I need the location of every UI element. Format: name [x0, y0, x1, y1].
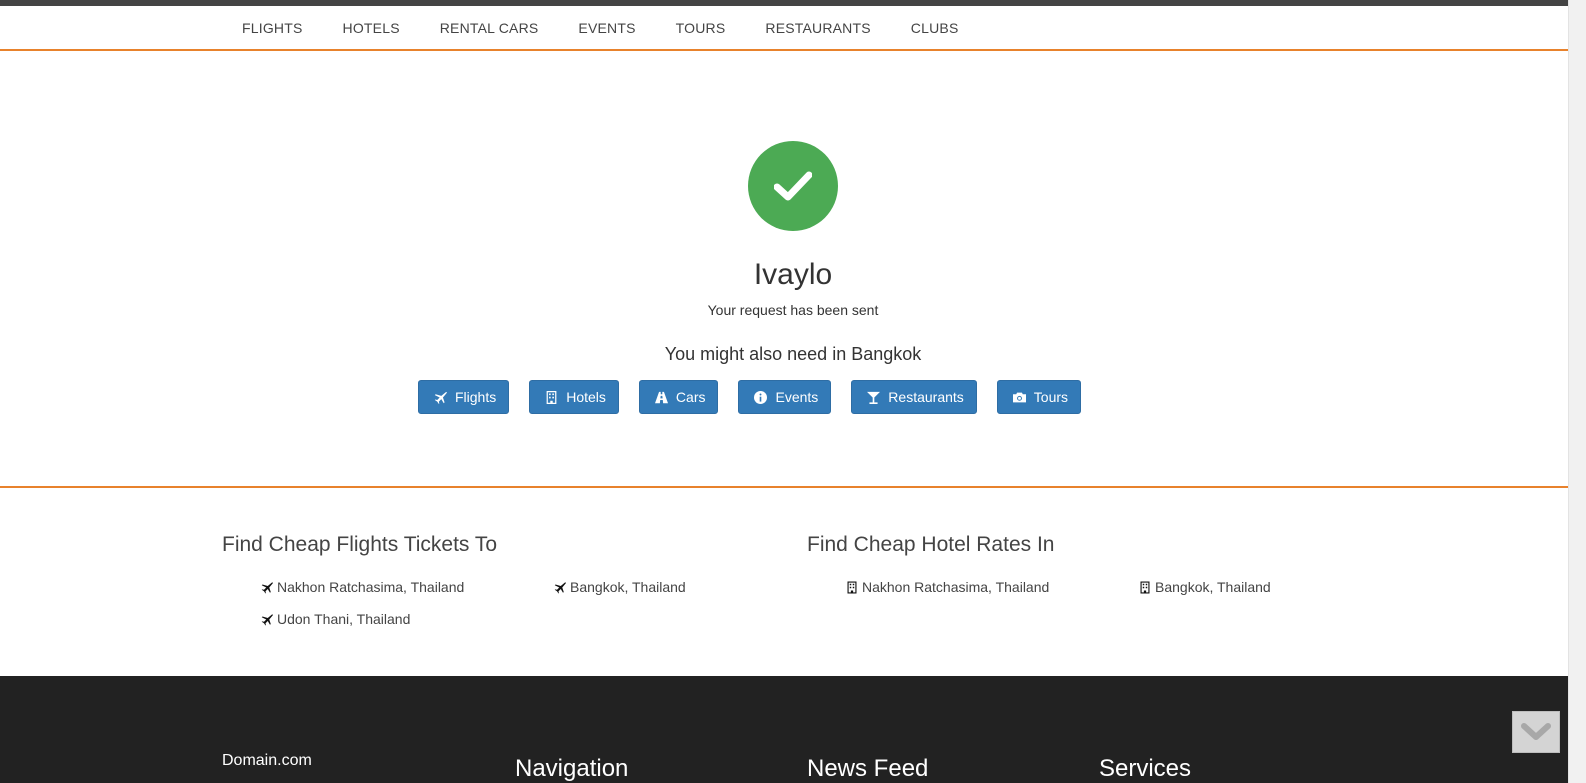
cars-button-label: Cars: [675, 389, 706, 405]
flight-link-label: Bangkok, Thailand: [570, 579, 686, 595]
footer-navigation-heading: Navigation: [515, 755, 629, 782]
flights-button[interactable]: Flights: [418, 380, 510, 414]
nav-item-flights[interactable]: FLIGHTS: [222, 6, 323, 49]
chevron-down-icon: [1521, 723, 1551, 740]
plane-icon: [554, 581, 566, 593]
nav-item-restaurants[interactable]: RESTAURANTS: [745, 6, 890, 49]
road-icon: [654, 391, 668, 403]
restaurants-button-label: Restaurants: [888, 389, 964, 405]
footer-domain[interactable]: Domain.com: [222, 752, 312, 770]
flight-link-label: Udon Thani, Thailand: [277, 611, 411, 627]
hotel-link-bangkok[interactable]: Bangkok, Thailand: [1139, 579, 1271, 595]
building-icon: [847, 581, 857, 593]
events-button[interactable]: Events: [738, 380, 832, 414]
flight-link-udon-thani[interactable]: Udon Thani, Thailand: [261, 611, 410, 627]
camera-icon: [1012, 392, 1026, 402]
nav-item-clubs[interactable]: CLUBS: [891, 6, 979, 49]
footer-news-feed-heading: News Feed: [807, 755, 929, 782]
hotel-link-nakhon-ratchasima[interactable]: Nakhon Ratchasima, Thailand: [846, 579, 1049, 595]
request-sent-message: Your request has been sent: [707, 302, 879, 318]
info-icon: [754, 390, 768, 404]
flight-link-nakhon-ratchasima[interactable]: Nakhon Ratchasima, Thailand: [261, 579, 464, 595]
footer-services-heading: Services: [1099, 755, 1192, 782]
cheap-links-section: Find Cheap Flights Tickets To Nakhon Rat…: [0, 488, 1568, 676]
check-icon: [774, 171, 812, 201]
hotels-links-title: Find Cheap Hotel Rates In: [807, 533, 1055, 556]
also-need-heading: You might also need in Bangkok: [664, 344, 922, 364]
flight-link-bangkok[interactable]: Bangkok, Thailand: [554, 579, 686, 595]
scroll-toggle-button[interactable]: [1512, 711, 1560, 753]
nav-item-tours[interactable]: TOURS: [656, 6, 746, 49]
hotel-link-label: Nakhon Ratchasima, Thailand: [862, 579, 1050, 595]
flight-link-label: Nakhon Ratchasima, Thailand: [277, 579, 465, 595]
plane-icon: [261, 613, 273, 625]
main-navbar: FLIGHTS HOTELS RENTAL CARS EVENTS TOURS …: [0, 6, 1568, 51]
restaurants-button[interactable]: Restaurants: [851, 380, 977, 414]
flights-links-title: Find Cheap Flights Tickets To: [222, 533, 498, 556]
nav-menu: FLIGHTS HOTELS RENTAL CARS EVENTS TOURS …: [222, 6, 978, 49]
tours-button-label: Tours: [1033, 389, 1069, 405]
events-button-label: Events: [775, 389, 819, 405]
flights-button-label: Flights: [455, 389, 497, 405]
nav-item-events[interactable]: EVENTS: [558, 6, 655, 49]
success-badge: [748, 141, 838, 231]
hotel-link-label: Bangkok, Thailand: [1155, 579, 1271, 595]
nav-item-hotels[interactable]: HOTELS: [323, 6, 420, 49]
building-icon: [546, 390, 557, 404]
hotels-button-label: Hotels: [566, 389, 606, 405]
building-icon: [1140, 581, 1150, 593]
confirmation-section: Ivaylo Your request has been sent You mi…: [0, 51, 1568, 488]
suggestion-buttons: Flights Hotels Cars Events Restaurants T…: [418, 380, 1082, 414]
page-scrollbar[interactable]: [1568, 0, 1586, 783]
tours-button[interactable]: Tours: [996, 380, 1082, 414]
hotels-button[interactable]: Hotels: [529, 380, 619, 414]
cars-button[interactable]: Cars: [638, 380, 719, 414]
customer-name: Ivaylo: [753, 258, 833, 291]
nav-item-rental-cars[interactable]: RENTAL CARS: [420, 6, 559, 49]
site-footer: Domain.com Navigation News Feed Services: [0, 676, 1568, 783]
plane-icon: [434, 391, 447, 404]
plane-icon: [261, 581, 273, 593]
cocktail-icon: [867, 391, 881, 404]
